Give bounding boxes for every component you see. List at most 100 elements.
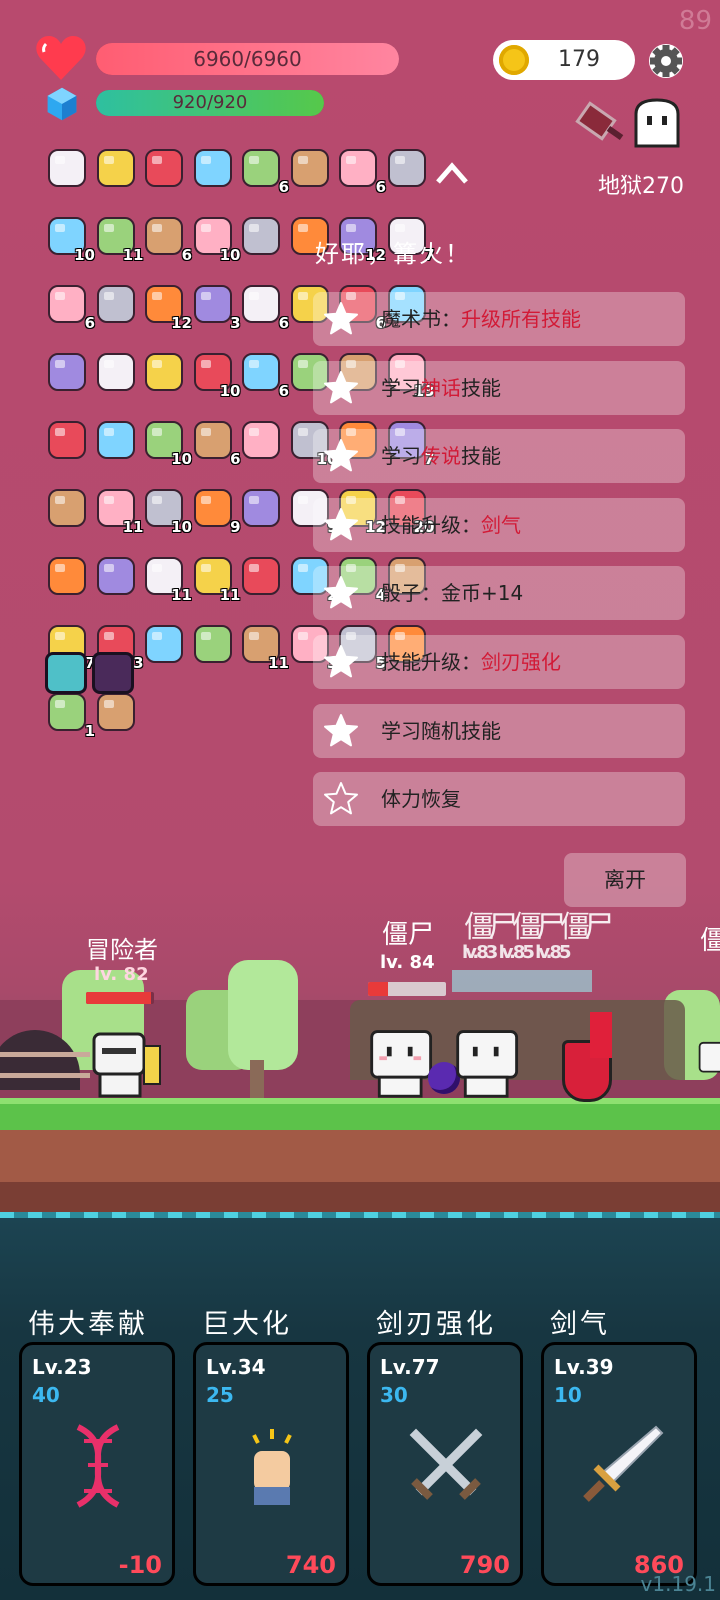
enemy-stack-names: 僵尸僵尸僵尸 <box>464 910 614 945</box>
dialog-option[interactable]: 学习神话技能 <box>313 360 685 415</box>
bread-icon[interactable]: 1 <box>45 690 95 740</box>
skill-title: 巨大化 <box>202 1309 292 1340</box>
dialog-option[interactable]: 体力恢复 <box>313 772 685 827</box>
skill-card[interactable]: Lv.77 30 790 <box>367 1342 523 1586</box>
coin-counter: 179 <box>493 40 635 80</box>
sunflower-icon[interactable]: 6 <box>142 214 192 264</box>
star-icon <box>324 645 358 678</box>
cleaver-icon[interactable] <box>573 96 629 152</box>
energy-bar: 920/920 <box>96 90 324 116</box>
leave-button[interactable]: 离开 <box>564 853 686 907</box>
skill-title: 伟大奉献 <box>28 1309 148 1340</box>
tea-bag-icon[interactable]: 11 <box>239 622 289 672</box>
playing-card-icon[interactable] <box>45 486 89 530</box>
scroll-icon[interactable]: 3 <box>191 282 241 332</box>
demon-tile-icon[interactable] <box>92 652 134 694</box>
hp-text: 6960/6960 <box>193 47 302 71</box>
option-label: 体力恢复 <box>381 772 461 826</box>
zombie-sprite <box>456 1030 519 1098</box>
enemy-stack-hp-bars <box>452 970 592 992</box>
mushroom-icon[interactable] <box>45 554 89 598</box>
meteor-icon[interactable]: 10 <box>191 214 241 264</box>
potion-flask-icon[interactable]: 6 <box>191 418 241 468</box>
treasure-map-icon[interactable] <box>239 554 283 598</box>
scroll-bow-icon[interactable] <box>94 146 138 190</box>
option-label: 学习传说技能 <box>381 429 501 483</box>
melon-icon[interactable] <box>94 418 138 462</box>
skill-level: Lv.77 <box>380 1355 440 1379</box>
light-bulb-tile-icon[interactable] <box>45 652 87 694</box>
skill-card[interactable]: Lv.39 10 860 <box>541 1342 697 1586</box>
biohazard-icon[interactable] <box>142 146 186 190</box>
sundae-icon[interactable] <box>239 486 283 530</box>
donut-icon[interactable]: 10 <box>191 350 241 400</box>
blade-icon[interactable]: 10 <box>142 486 192 536</box>
dialog-option[interactable]: 骰子：金币+14 <box>313 566 685 621</box>
fire-spirit-icon[interactable] <box>142 622 186 666</box>
option-text-pre: 技能升级： <box>381 512 481 537</box>
network-icon[interactable] <box>142 350 186 394</box>
skill-cost: 40 <box>32 1383 60 1407</box>
dialog-option[interactable]: 技能升级：剑气 <box>313 497 685 552</box>
scroll-bow-icon[interactable] <box>191 146 235 190</box>
zombie-sprite <box>698 1041 720 1073</box>
tombstone-icon[interactable]: 6 <box>239 146 289 196</box>
target-icon[interactable] <box>239 418 283 462</box>
book-icon[interactable]: 10 <box>142 418 192 468</box>
option-text-pre: 学习随机技能 <box>381 718 501 743</box>
pudding-flag-icon[interactable]: 9 <box>191 486 241 536</box>
disc-icon[interactable]: 12 <box>142 282 192 332</box>
sun-icon[interactable] <box>94 554 138 598</box>
skill-title: 剑气 <box>550 1309 610 1340</box>
ghost-pet-icon[interactable] <box>632 98 682 150</box>
item-count: 12 <box>171 314 192 332</box>
gear-icon[interactable] <box>645 40 687 82</box>
pill-icon[interactable]: 11 <box>94 486 144 536</box>
card-star-icon[interactable] <box>94 350 138 394</box>
ghost-icon[interactable]: 11 <box>94 214 144 264</box>
robe-icon[interactable] <box>288 146 332 190</box>
star-icon <box>324 302 358 335</box>
energy-text: 920/920 <box>172 92 248 113</box>
ring-icon[interactable] <box>94 282 138 326</box>
option-text-highlight: 升级所有技能 <box>461 307 581 331</box>
dialog-option[interactable]: 技能升级：剑刃强化 <box>313 635 685 689</box>
chain-dots-icon[interactable] <box>191 622 235 666</box>
cash-heart-icon[interactable]: 6 <box>336 146 386 196</box>
skill-value: 790 <box>459 1551 510 1579</box>
option-label: 学习随机技能 <box>381 704 501 758</box>
strawberry-icon[interactable]: 6 <box>239 350 289 400</box>
pineapple-icon[interactable] <box>45 418 89 462</box>
chevron-up-icon[interactable] <box>432 158 472 188</box>
enemy-name: 僵尸 <box>381 920 434 950</box>
sock-icon[interactable]: 11 <box>191 554 241 604</box>
map-pencil-icon[interactable] <box>239 214 283 258</box>
sword-icon <box>583 1425 664 1502</box>
option-text-pre: 学习 <box>381 375 421 400</box>
skill-card[interactable]: Lv.34 25 740 <box>193 1342 349 1586</box>
skill-title: 剑刃强化 <box>376 1309 496 1340</box>
item-count: 10 <box>219 382 241 400</box>
axe-icon[interactable]: 6 <box>45 282 95 332</box>
hook-icon[interactable] <box>94 690 138 734</box>
spiked-ball-icon[interactable]: 11 <box>142 554 192 604</box>
game-screen: 89 6960/6960 920/920 179 地狱270 6 6 10 11… <box>0 0 720 1600</box>
enemy-stack-levels: lv.83 lv.85 lv.85 <box>462 942 571 963</box>
dialog-option[interactable]: 学习随机技能 <box>313 703 685 758</box>
dialog-option[interactable]: 学习传说技能 <box>313 429 685 484</box>
coins-icon[interactable]: 6 <box>239 282 289 332</box>
scroll-bow-icon[interactable] <box>45 146 89 190</box>
zombie-sprite <box>370 1030 433 1098</box>
skill-value: 740 <box>285 1551 336 1579</box>
viking-helmet-icon[interactable] <box>45 350 89 394</box>
enemy-hp-bar <box>368 982 446 996</box>
skill-card[interactable]: Lv.23 40 -10 <box>19 1342 175 1586</box>
star-icon <box>324 576 358 609</box>
fist-icon <box>252 1429 292 1505</box>
star-icon <box>324 370 358 403</box>
dialog-option[interactable]: 魔术书：升级所有技能 <box>313 292 685 346</box>
player-level: lv. 82 <box>94 964 149 985</box>
option-text-pre: 魔术书： <box>381 307 461 331</box>
apple-icon[interactable]: 10 <box>45 214 95 264</box>
menu-book-icon[interactable] <box>385 146 429 190</box>
